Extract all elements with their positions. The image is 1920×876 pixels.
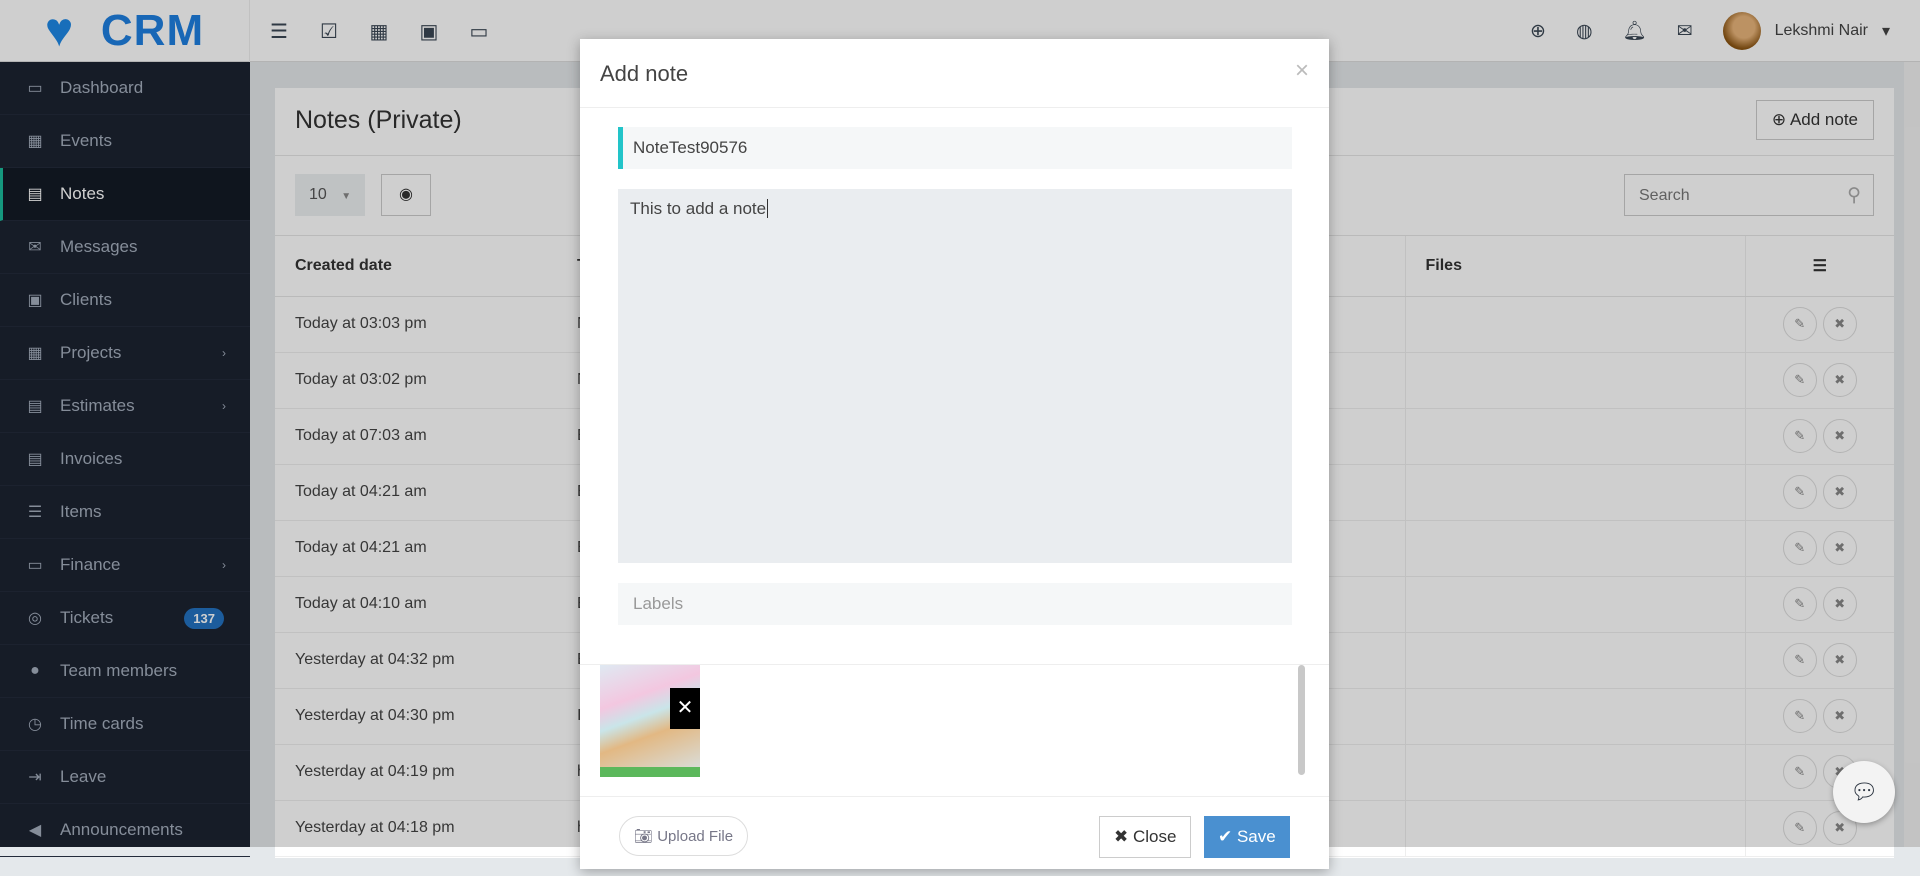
remove-file-icon[interactable]: ✕ bbox=[670, 688, 700, 729]
labels-input[interactable]: Labels bbox=[618, 583, 1292, 625]
add-note-modal: Add note × NoteTest90576 This to add a n… bbox=[580, 39, 1329, 869]
file-area-scrollbar[interactable] bbox=[1298, 665, 1305, 775]
upload-file-button[interactable]: 📷︎ Upload File bbox=[619, 816, 749, 856]
check-circle-icon: ✔ bbox=[1218, 827, 1237, 846]
camera-icon: 📷︎ bbox=[634, 828, 658, 845]
title-input[interactable]: NoteTest90576 bbox=[618, 127, 1292, 169]
upload-progress-bar bbox=[600, 767, 700, 777]
close-icon[interactable]: × bbox=[1295, 57, 1309, 85]
times-icon: ✖ bbox=[1114, 827, 1133, 846]
close-button[interactable]: ✖ Close bbox=[1099, 816, 1192, 858]
description-textarea[interactable]: This to add a note bbox=[618, 189, 1292, 563]
file-preview-area: ✕ bbox=[580, 664, 1329, 777]
file-thumbnail: ✕ bbox=[600, 665, 700, 777]
chat-button[interactable]: 💬︎ bbox=[1833, 761, 1895, 823]
save-button[interactable]: ✔ Save bbox=[1204, 816, 1290, 858]
modal-title: Add note bbox=[600, 61, 689, 86]
comments-icon: 💬︎ bbox=[1850, 779, 1878, 804]
